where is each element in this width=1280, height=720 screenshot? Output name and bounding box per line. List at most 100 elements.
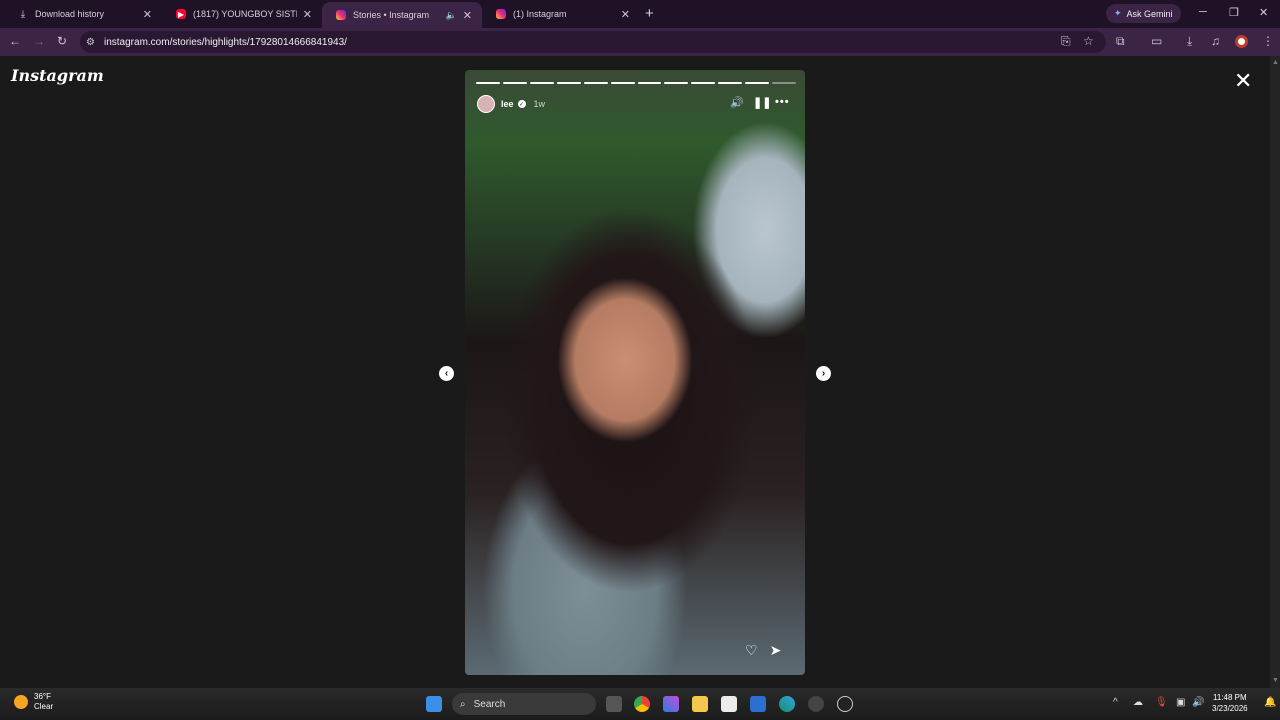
next-story-button[interactable]: › bbox=[816, 366, 831, 381]
edge-icon[interactable] bbox=[779, 696, 795, 712]
microphone-icon[interactable]: 🎙 bbox=[1155, 697, 1168, 708]
page-scrollbar[interactable]: ▲ ▼ bbox=[1270, 56, 1280, 688]
restore-icon[interactable]: ❐ bbox=[1229, 6, 1239, 19]
media-player-icon[interactable] bbox=[837, 696, 853, 712]
outlook-icon[interactable] bbox=[750, 696, 766, 712]
tab-title: (1817) YOUNGBOY SISTER - Yo bbox=[193, 9, 297, 19]
settings-icon[interactable] bbox=[808, 696, 824, 712]
weather-temp: 36°F bbox=[34, 692, 51, 701]
windows-taskbar: 36°F Clear ⌕ Search ^ ☁ 🎙 ▣ 🔊 11:48 PM 3… bbox=[0, 688, 1280, 720]
youtube-icon: ▶ bbox=[176, 9, 186, 19]
tab-youtube[interactable]: ▶ (1817) YOUNGBOY SISTER - Yo ✕ bbox=[162, 3, 322, 25]
close-tab-icon[interactable]: ✕ bbox=[303, 8, 312, 21]
story-viewer[interactable]: lee ✓ 1w 🔊 ❚❚ ••• ♡ ➤ bbox=[465, 70, 805, 675]
url-text: instagram.com/stories/highlights/1792801… bbox=[104, 36, 347, 48]
tab-title: (1) Instagram bbox=[513, 9, 567, 19]
progress-segment bbox=[610, 82, 635, 84]
media-controls-icon[interactable]: ♫ bbox=[1211, 34, 1220, 48]
chrome-icon[interactable] bbox=[634, 696, 650, 712]
tab-instagram[interactable]: (1) Instagram ✕ bbox=[482, 3, 640, 25]
copilot-icon[interactable] bbox=[663, 696, 679, 712]
verified-badge-icon: ✓ bbox=[517, 100, 526, 108]
tray-chevron-icon[interactable]: ^ bbox=[1113, 697, 1118, 708]
ask-gemini-label: Ask Gemini bbox=[1126, 8, 1173, 19]
progress-segment bbox=[583, 82, 608, 84]
progress-segment bbox=[664, 82, 689, 84]
gemini-sparkle-icon: ✦ bbox=[1114, 8, 1122, 18]
close-tab-icon[interactable]: ✕ bbox=[463, 9, 472, 22]
scroll-up-icon[interactable]: ▲ bbox=[1272, 59, 1279, 66]
instagram-stories-page: Instagram ✕ lee ✓ 1w 🔊 ❚❚ ••• ♡ ➤ ‹ › ▲ … bbox=[0, 56, 1280, 688]
bookmark-star-icon[interactable]: ☆ bbox=[1083, 34, 1094, 48]
progress-segment bbox=[556, 82, 581, 84]
onedrive-cloud-icon[interactable]: ☁ bbox=[1133, 697, 1143, 708]
clock-date: 3/23/2026 bbox=[1212, 704, 1248, 713]
close-tab-icon[interactable]: ✕ bbox=[143, 8, 152, 21]
instagram-icon bbox=[496, 9, 506, 19]
progress-segment bbox=[529, 82, 554, 84]
pause-icon[interactable]: ❚❚ bbox=[753, 96, 771, 109]
extensions-icon[interactable]: ⧉ bbox=[1116, 34, 1125, 49]
ask-gemini-button[interactable]: ✦ Ask Gemini bbox=[1106, 4, 1181, 23]
story-progress-bar bbox=[476, 82, 797, 84]
minimize-icon[interactable]: ─ bbox=[1199, 6, 1207, 18]
file-explorer-icon[interactable] bbox=[692, 696, 708, 712]
progress-segment bbox=[745, 82, 770, 84]
clock-time: 11:48 PM bbox=[1212, 693, 1247, 702]
progress-segment bbox=[691, 82, 716, 84]
search-icon: ⌕ bbox=[460, 698, 466, 710]
side-panel-icon[interactable]: ▭ bbox=[1151, 34, 1162, 48]
instagram-logo[interactable]: Instagram bbox=[11, 66, 104, 85]
window-close-icon[interactable]: ✕ bbox=[1259, 6, 1268, 19]
tab-download-history[interactable]: ⤓ Download history ✕ bbox=[4, 3, 162, 25]
tab-title: Download history bbox=[35, 9, 105, 19]
weather-sun-icon bbox=[14, 695, 28, 709]
weather-desc: Clear bbox=[34, 702, 54, 711]
downloads-icon[interactable]: ⤓ bbox=[1187, 34, 1192, 49]
task-view-icon[interactable] bbox=[606, 696, 622, 712]
store-icon[interactable] bbox=[721, 696, 737, 712]
site-info-icon[interactable]: ⚙ bbox=[86, 37, 100, 48]
progress-segment bbox=[502, 82, 527, 84]
download-icon: ⤓ bbox=[20, 8, 26, 20]
search-label: Search bbox=[473, 698, 506, 710]
forward-icon[interactable]: → bbox=[33, 34, 45, 48]
progress-segment bbox=[637, 82, 662, 84]
taskbar-search[interactable]: ⌕ Search bbox=[452, 693, 596, 715]
progress-segment bbox=[476, 82, 500, 84]
weather-widget[interactable]: 36°F Clear bbox=[14, 692, 53, 712]
scroll-down-icon[interactable]: ▼ bbox=[1272, 677, 1279, 684]
more-options-icon[interactable]: ••• bbox=[775, 96, 790, 108]
back-icon[interactable]: ← bbox=[9, 34, 21, 48]
progress-segment bbox=[718, 82, 743, 84]
share-send-icon[interactable]: ➤ bbox=[770, 642, 782, 659]
volume-tray-icon[interactable]: 🔊 bbox=[1192, 697, 1204, 708]
progress-segment bbox=[772, 82, 797, 84]
story-timestamp: 1w bbox=[533, 99, 546, 109]
tab-title: Stories • Instagram bbox=[353, 10, 430, 20]
volume-icon[interactable]: 🔊 bbox=[730, 96, 744, 109]
reload-icon[interactable]: ↻ bbox=[57, 34, 67, 48]
new-tab-icon[interactable]: + bbox=[645, 5, 654, 22]
story-actions: ♡ ➤ bbox=[745, 642, 781, 659]
avatar[interactable] bbox=[477, 95, 495, 113]
speaker-icon[interactable]: 🔈 bbox=[446, 10, 457, 21]
browser-toolbar: ← → ↻ ⚙ instagram.com/stories/highlights… bbox=[0, 28, 1280, 56]
close-tab-icon[interactable]: ✕ bbox=[621, 8, 630, 21]
windows-start-icon[interactable] bbox=[426, 696, 442, 712]
tab-stories-instagram[interactable]: Stories • Instagram 🔈 ✕ bbox=[322, 2, 482, 28]
install-app-icon[interactable]: ⎘ bbox=[1061, 34, 1071, 49]
story-header: lee ✓ 1w 🔊 ❚❚ ••• bbox=[477, 94, 793, 114]
previous-story-button[interactable]: ‹ bbox=[439, 366, 454, 381]
address-bar[interactable]: ⚙ instagram.com/stories/highlights/17928… bbox=[80, 31, 1106, 53]
network-icon[interactable]: ▣ bbox=[1176, 697, 1185, 708]
profile-avatar-icon[interactable] bbox=[1235, 35, 1248, 48]
close-stories-icon[interactable]: ✕ bbox=[1234, 70, 1252, 92]
like-heart-icon[interactable]: ♡ bbox=[745, 642, 758, 659]
taskbar-clock[interactable]: 11:48 PM 3/23/2026 bbox=[1212, 692, 1248, 714]
menu-kebab-icon[interactable]: ⋮ bbox=[1262, 34, 1274, 48]
notification-bell-icon[interactable]: 🔔 bbox=[1264, 697, 1276, 708]
story-username[interactable]: lee bbox=[501, 99, 514, 109]
instagram-icon bbox=[336, 10, 346, 20]
tab-strip: ⤓ Download history ✕ ▶ (1817) YOUNGBOY S… bbox=[0, 0, 1280, 28]
